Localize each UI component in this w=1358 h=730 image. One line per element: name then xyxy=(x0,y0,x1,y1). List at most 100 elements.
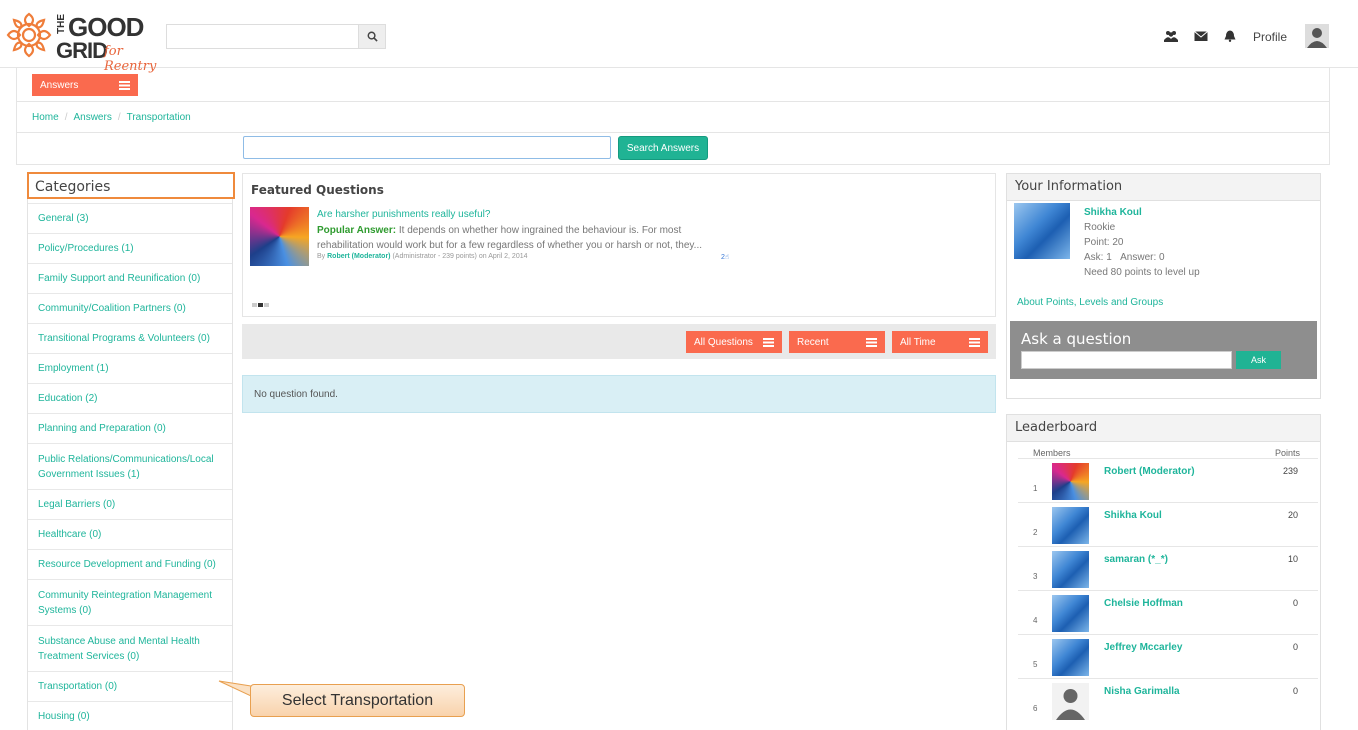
leaderboard-points: 20 xyxy=(1287,510,1298,520)
leaderboard-title: Leaderboard xyxy=(1007,415,1320,442)
profile-avatar[interactable] xyxy=(1305,24,1329,48)
recent-dropdown[interactable]: Recent xyxy=(789,331,885,353)
breadcrumb-row xyxy=(16,102,1330,133)
user-answer-count: Answer: 0 xyxy=(1120,252,1165,263)
breadcrumb-separator: / xyxy=(64,112,68,123)
user-avatar[interactable] xyxy=(1014,203,1070,259)
leaderboard-member-link[interactable]: Robert (Moderator) xyxy=(1104,466,1195,477)
answers-menu-label: Answers xyxy=(40,79,79,91)
categories-title: Categories xyxy=(27,172,235,199)
featured-question-link[interactable]: Are harsher punishments really useful? xyxy=(317,209,490,220)
ask-button[interactable]: Ask xyxy=(1236,351,1281,369)
category-item-family-support[interactable]: Family Support and Reunification (0) xyxy=(28,263,232,293)
bell-icon[interactable] xyxy=(1223,30,1237,42)
category-item-education[interactable]: Education (2) xyxy=(28,383,232,413)
recent-label: Recent xyxy=(797,336,829,348)
list-menu-icon xyxy=(866,337,877,347)
meta-role: (Administrator - 239 points) xyxy=(392,253,477,260)
leaderboard-row: 1 Robert (Moderator) 239 xyxy=(1018,458,1318,502)
search-answers-button[interactable]: Search Answers xyxy=(618,136,708,160)
breadcrumb-answers[interactable]: Answers xyxy=(73,112,111,123)
top-header: THE GOOD GRID for Reentry Profile xyxy=(0,0,1358,74)
all-questions-label: All Questions xyxy=(694,336,753,348)
level-up-hint: Need 80 points to level up xyxy=(1084,267,1200,278)
category-item-policy[interactable]: Policy/Procedures (1) xyxy=(28,233,232,263)
carousel-dots[interactable] xyxy=(252,302,272,308)
your-information-panel: Your Information Shikha Koul Rookie Poin… xyxy=(1006,173,1321,399)
breadcrumb-home[interactable]: Home xyxy=(32,112,59,123)
users-icon[interactable] xyxy=(1164,30,1178,42)
meta-author-link[interactable]: Robert (Moderator) xyxy=(327,253,390,260)
leaderboard-avatar[interactable] xyxy=(1052,551,1089,588)
category-item-healthcare[interactable]: Healthcare (0) xyxy=(28,519,232,549)
all-time-dropdown[interactable]: All Time xyxy=(892,331,988,353)
envelope-icon[interactable] xyxy=(1194,30,1208,42)
leaderboard-rank: 4 xyxy=(1033,616,1038,625)
category-item-legal-barriers[interactable]: Legal Barriers (0) xyxy=(28,489,232,519)
featured-answer-text: Popular Answer: It depends on whether ho… xyxy=(317,223,737,253)
leaderboard-points: 0 xyxy=(1292,686,1298,696)
categories-panel: Categories General (3) Policy/Procedures… xyxy=(27,172,235,730)
leaderboard-avatar[interactable] xyxy=(1052,639,1089,676)
meta-date: on April 2, 2014 xyxy=(478,253,528,260)
category-item-substance-abuse[interactable]: Substance Abuse and Mental Health Treatm… xyxy=(28,625,232,671)
ask-question-input[interactable] xyxy=(1021,351,1232,369)
list-menu-icon xyxy=(119,80,130,90)
no-question-alert: No question found. xyxy=(242,375,996,413)
leaderboard-row: 2 Shikha Koul 20 xyxy=(1018,502,1318,546)
tutorial-callout: Select Transportation xyxy=(250,684,465,717)
leaderboard-member-link[interactable]: Chelsie Hoffman xyxy=(1104,598,1183,609)
leaderboard-avatar[interactable] xyxy=(1052,683,1089,720)
breadcrumb-separator: / xyxy=(117,112,121,123)
logo-grid: GRID xyxy=(56,38,108,63)
header-search-input[interactable] xyxy=(166,24,386,49)
user-name-link[interactable]: Shikha Koul xyxy=(1084,207,1142,218)
meta-by: By xyxy=(317,253,326,260)
category-item-resource-development[interactable]: Resource Development and Funding (0) xyxy=(28,549,232,579)
featured-title: Featured Questions xyxy=(251,183,384,197)
members-column-header: Members xyxy=(1033,448,1071,458)
popular-answer-label: Popular Answer: xyxy=(317,225,397,236)
category-item-community-partners[interactable]: Community/Coalition Partners (0) xyxy=(28,293,232,323)
site-logo[interactable]: THE GOOD GRID for Reentry xyxy=(4,8,164,74)
about-points-link[interactable]: About Points, Levels and Groups xyxy=(1017,297,1163,308)
leaderboard-avatar[interactable] xyxy=(1052,507,1089,544)
category-item-public-relations[interactable]: Public Relations/Communications/Local Go… xyxy=(28,443,232,489)
breadcrumb-current[interactable]: Transportation xyxy=(127,112,191,123)
category-item-reintegration-management[interactable]: Community Reintegration Management Syste… xyxy=(28,579,232,625)
header-search-button[interactable] xyxy=(358,25,385,48)
category-item-general[interactable]: General (3) xyxy=(28,203,232,233)
featured-meta: By Robert (Moderator) (Administrator - 2… xyxy=(317,253,528,260)
leaderboard-points: 0 xyxy=(1292,642,1298,652)
featured-question-thumbnail[interactable] xyxy=(250,207,309,266)
leaderboard-member-link[interactable]: Jeffrey Mccarley xyxy=(1104,642,1182,653)
all-questions-dropdown[interactable]: All Questions xyxy=(686,331,782,353)
answers-menu-button[interactable]: Answers xyxy=(32,74,138,96)
leaderboard-rank: 1 xyxy=(1033,484,1038,493)
leaderboard-avatar[interactable] xyxy=(1052,463,1089,500)
leaderboard-member-link[interactable]: samaran (*_*) xyxy=(1104,554,1168,565)
user-points: Point: 20 xyxy=(1084,237,1124,248)
likes-count[interactable]: 2☝ xyxy=(721,253,729,261)
category-item-planning[interactable]: Planning and Preparation (0) xyxy=(28,413,232,443)
featured-questions-panel: Featured Questions Are harsher punishmen… xyxy=(242,173,996,317)
leaderboard-member-link[interactable]: Shikha Koul xyxy=(1104,510,1162,521)
leaderboard-row: 4 Chelsie Hoffman 0 xyxy=(1018,590,1318,634)
list-menu-icon xyxy=(763,337,774,347)
category-item-transitional-programs[interactable]: Transitional Programs & Volunteers (0) xyxy=(28,323,232,353)
leaderboard-avatar[interactable] xyxy=(1052,595,1089,632)
your-information-title: Your Information xyxy=(1007,174,1320,201)
all-time-label: All Time xyxy=(900,336,936,348)
user-stats: Shikha Koul Rookie Point: 20 Ask: 1 Answ… xyxy=(1084,205,1200,280)
leaderboard-row: 3 samaran (*_*) 10 xyxy=(1018,546,1318,590)
profile-link[interactable]: Profile xyxy=(1253,30,1287,44)
leaderboard-row: 5 Jeffrey Mccarley 0 xyxy=(1018,634,1318,678)
thumbs-up-icon: ☝ xyxy=(724,254,730,261)
category-item-transportation[interactable]: Transportation (0) xyxy=(28,671,232,701)
leaderboard-member-link[interactable]: Nisha Garimalla xyxy=(1104,686,1180,697)
category-item-housing[interactable]: Housing (0) xyxy=(28,701,232,730)
answers-search-input[interactable] xyxy=(243,136,611,159)
category-item-employment[interactable]: Employment (1) xyxy=(28,353,232,383)
search-icon xyxy=(367,31,378,42)
avatar-icon xyxy=(1307,28,1327,48)
